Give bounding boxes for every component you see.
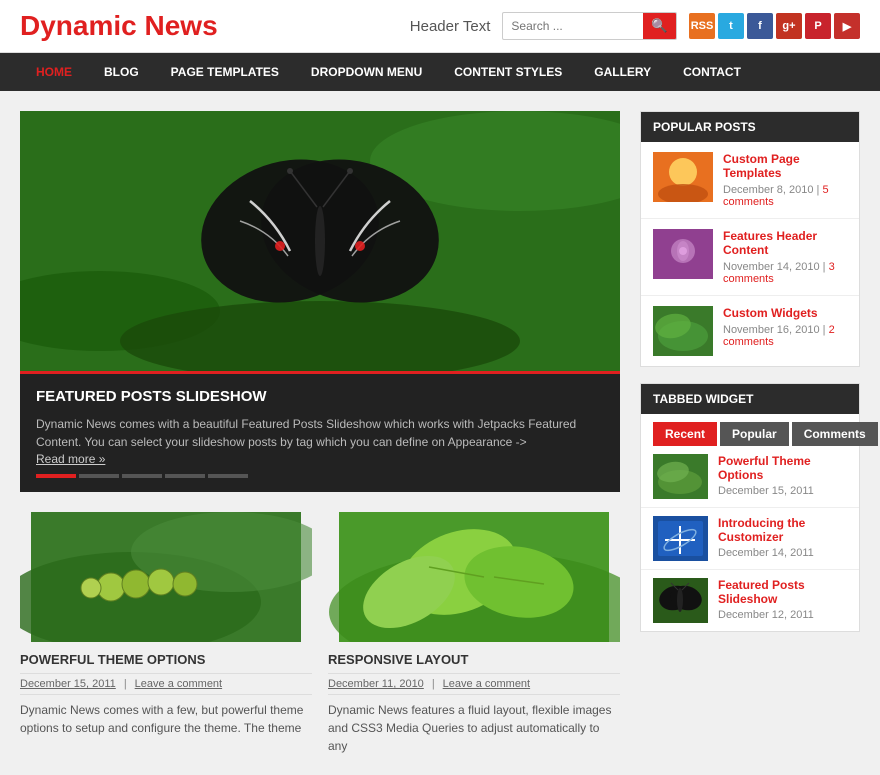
tp-thumb-1 — [653, 454, 708, 499]
pp-thumb-1 — [653, 152, 713, 202]
facebook-icon[interactable]: f — [747, 13, 773, 39]
pp-thumb-3 — [653, 306, 713, 356]
youtube-icon[interactable]: ▶ — [834, 13, 860, 39]
nav-item-contact[interactable]: CONTACT — [667, 53, 757, 91]
tp-title-3[interactable]: Featured Posts Slideshow — [718, 578, 847, 606]
google-plus-icon[interactable]: g+ — [776, 13, 802, 39]
tp-thumb-butterfly-img — [653, 578, 708, 623]
header-right: Header Text 🔍 RSS t f g+ P ▶ — [410, 12, 860, 40]
tabbed-post-2: Introducing the Customizer December 14, … — [641, 508, 859, 570]
tabbed-post-3: Featured Posts Slideshow December 12, 20… — [641, 570, 859, 631]
popular-post-1: Custom Page Templates December 8, 2010 |… — [641, 142, 859, 219]
popular-posts-title: POPULAR POSTS — [641, 112, 859, 142]
dot-3[interactable] — [122, 474, 162, 478]
tp-date-3: December 12, 2011 — [718, 609, 847, 621]
post-2-excerpt: Dynamic News features a fluid layout, fl… — [328, 701, 620, 755]
slideshow-caption: FEATURED POSTS SLIDESHOW Dynamic News co… — [20, 371, 620, 492]
search-input[interactable] — [503, 14, 643, 38]
pp-title-1[interactable]: Custom Page Templates — [723, 152, 847, 180]
site-title[interactable]: Dynamic News — [20, 10, 218, 42]
pp-info-1: Custom Page Templates December 8, 2010 |… — [723, 152, 847, 208]
slideshow-title: FEATURED POSTS SLIDESHOW — [36, 388, 604, 405]
tabbed-post-1: Powerful Theme Options December 15, 2011 — [641, 446, 859, 508]
tp-thumb-blue-img — [653, 516, 708, 561]
header-text: Header Text — [410, 18, 491, 35]
tp-info-3: Featured Posts Slideshow December 12, 20… — [718, 578, 847, 623]
tab-popular[interactable]: Popular — [720, 422, 789, 446]
dot-5[interactable] — [208, 474, 248, 478]
popular-post-3: Custom Widgets November 16, 2010 | 2 com… — [641, 296, 859, 366]
tp-date-1: December 15, 2011 — [718, 485, 847, 497]
featured-slideshow: FEATURED POSTS SLIDESHOW Dynamic News co… — [20, 111, 620, 492]
tp-info-1: Powerful Theme Options December 15, 2011 — [718, 454, 847, 499]
search-button[interactable]: 🔍 — [643, 13, 676, 39]
tab-comments[interactable]: Comments — [792, 422, 878, 446]
post-1-date[interactable]: December 15, 2011 — [20, 678, 116, 690]
post-1-meta: December 15, 2011 | Leave a comment — [20, 673, 312, 695]
post-1-excerpt: Dynamic News comes with a few, but power… — [20, 701, 312, 737]
post-card-2: RESPONSIVE LAYOUT December 11, 2010 | Le… — [328, 512, 620, 755]
post-2-meta: December 11, 2010 | Leave a comment — [328, 673, 620, 695]
post-2-comment[interactable]: Leave a comment — [443, 678, 530, 690]
nav-item-home[interactable]: HOME — [20, 53, 88, 91]
post-thumb-1 — [20, 512, 312, 642]
butterfly-svg — [20, 111, 620, 371]
tp-date-2: December 14, 2011 — [718, 547, 847, 559]
content-area: FEATURED POSTS SLIDESHOW Dynamic News co… — [0, 91, 880, 775]
main-nav: HOME BLOG PAGE TEMPLATES DROPDOWN MENU C… — [0, 53, 880, 91]
tp-thumb-3 — [653, 578, 708, 623]
tp-thumb-2 — [653, 516, 708, 561]
post-thumb-2 — [328, 512, 620, 642]
pp-title-2[interactable]: Features Header Content — [723, 229, 847, 257]
tp-thumb-green-img — [653, 454, 708, 499]
pp-thumb-green-img — [653, 306, 713, 356]
post-2-date[interactable]: December 11, 2010 — [328, 678, 424, 690]
pp-info-2: Features Header Content November 14, 201… — [723, 229, 847, 285]
popular-post-2: Features Header Content November 14, 201… — [641, 219, 859, 296]
slideshow-description: Dynamic News comes with a beautiful Feat… — [36, 415, 604, 451]
pp-info-3: Custom Widgets November 16, 2010 | 2 com… — [723, 306, 847, 356]
nav-item-blog[interactable]: BLOG — [88, 53, 155, 91]
nav-item-gallery[interactable]: GALLERY — [578, 53, 667, 91]
pp-thumb-orange-img — [653, 152, 713, 202]
social-icons-bar: RSS t f g+ P ▶ — [689, 13, 860, 39]
popular-posts-widget: POPULAR POSTS Custom Page Templates Dece… — [640, 111, 860, 367]
dot-1[interactable] — [36, 474, 76, 478]
sidebar: POPULAR POSTS Custom Page Templates Dece… — [640, 111, 860, 755]
tabbed-widget: TABBED WIDGET Recent Popular Comments Po… — [640, 383, 860, 632]
tp-info-2: Introducing the Customizer December 14, … — [718, 516, 847, 561]
slideshow-dots — [36, 474, 604, 478]
tab-buttons: Recent Popular Comments — [641, 414, 859, 446]
pp-meta-2: November 14, 2010 | 3 comments — [723, 261, 847, 285]
pp-meta-1: December 8, 2010 | 5 comments — [723, 184, 847, 208]
twitter-icon[interactable]: t — [718, 13, 744, 39]
nav-item-page-templates[interactable]: PAGE TEMPLATES — [155, 53, 295, 91]
tp-title-2[interactable]: Introducing the Customizer — [718, 516, 847, 544]
nav-item-content-styles[interactable]: CONTENT STYLES — [438, 53, 578, 91]
slideshow-read-more[interactable]: Read more » — [36, 452, 105, 466]
nav-item-dropdown-menu[interactable]: DROPDOWN MENU — [295, 53, 438, 91]
pp-thumb-2 — [653, 229, 713, 279]
tp-title-1[interactable]: Powerful Theme Options — [718, 454, 847, 482]
pinterest-icon[interactable]: P — [805, 13, 831, 39]
slideshow-image — [20, 111, 620, 371]
pp-thumb-purple-img — [653, 229, 713, 279]
rss-icon[interactable]: RSS — [689, 13, 715, 39]
dot-2[interactable] — [79, 474, 119, 478]
search-bar: 🔍 — [502, 12, 677, 40]
tabbed-widget-title: TABBED WIDGET — [641, 384, 859, 414]
leaves-image — [328, 512, 620, 642]
pp-meta-3: November 16, 2010 | 2 comments — [723, 324, 847, 348]
pp-title-3[interactable]: Custom Widgets — [723, 306, 847, 320]
dot-4[interactable] — [165, 474, 205, 478]
site-header: Dynamic News Header Text 🔍 RSS t f g+ P … — [0, 0, 880, 53]
post-1-comment[interactable]: Leave a comment — [135, 678, 222, 690]
post-card-1: POWERFUL THEME OPTIONS December 15, 2011… — [20, 512, 312, 755]
caterpillar-image — [20, 512, 312, 642]
posts-grid: POWERFUL THEME OPTIONS December 15, 2011… — [20, 512, 620, 755]
main-content: FEATURED POSTS SLIDESHOW Dynamic News co… — [20, 111, 620, 755]
tab-recent[interactable]: Recent — [653, 422, 717, 446]
